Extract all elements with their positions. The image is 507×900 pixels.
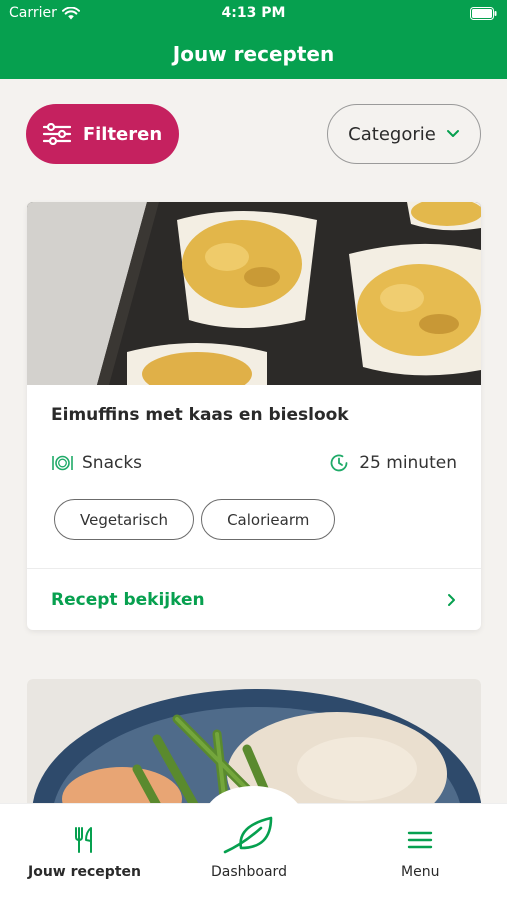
- battery-icon: [470, 7, 497, 20]
- view-recipe-link[interactable]: Recept bekijken: [27, 569, 481, 630]
- status-bar: Carrier 4:13 PM: [0, 0, 507, 28]
- nav-header: Jouw recepten: [0, 28, 507, 79]
- tab-jouw-recepten[interactable]: Jouw recepten: [28, 826, 141, 880]
- plate-cutlery-icon: [52, 455, 73, 471]
- sliders-icon: [42, 123, 71, 145]
- fork-knife-icon: [75, 827, 93, 853]
- recipe-category: Snacks: [51, 453, 142, 473]
- tag-caloriearm[interactable]: Caloriearm: [201, 499, 336, 540]
- recipe-photo: [27, 202, 481, 385]
- status-time: 4:13 PM: [221, 5, 286, 21]
- recipe-category-label: Snacks: [82, 453, 143, 473]
- category-dropdown[interactable]: Categorie: [327, 104, 481, 164]
- tab-label: Menu: [401, 864, 440, 880]
- category-dropdown-label: Categorie: [348, 123, 436, 145]
- tab-label: Dashboard: [211, 864, 287, 880]
- filter-button[interactable]: Filteren: [26, 104, 179, 164]
- tag-vegetarisch[interactable]: Vegetarisch: [54, 499, 195, 540]
- chevron-right-icon: [448, 593, 455, 606]
- clock-icon: [330, 454, 348, 472]
- chevron-down-icon: [446, 130, 459, 137]
- tab-menu[interactable]: Menu: [401, 826, 439, 880]
- page-title: Jouw recepten: [172, 41, 335, 66]
- recipe-title: Eimuffins met kaas en bieslook: [51, 405, 349, 425]
- recipe-card[interactable]: Eimuffins met kaas en bieslook Snacks 25…: [27, 202, 481, 630]
- hamburger-menu-icon: [408, 831, 433, 849]
- filter-button-label: Filteren: [82, 123, 163, 145]
- tab-dashboard[interactable]: Dashboard: [211, 814, 287, 880]
- recipe-duration-label: 25 minuten: [359, 453, 457, 473]
- recipe-tags: Vegetarisch Caloriearm: [54, 499, 336, 540]
- leaf-icon: [223, 816, 273, 854]
- tab-label: Jouw recepten: [28, 864, 141, 880]
- view-recipe-label: Recept bekijken: [51, 589, 205, 610]
- recipe-duration: 25 minuten: [329, 453, 457, 473]
